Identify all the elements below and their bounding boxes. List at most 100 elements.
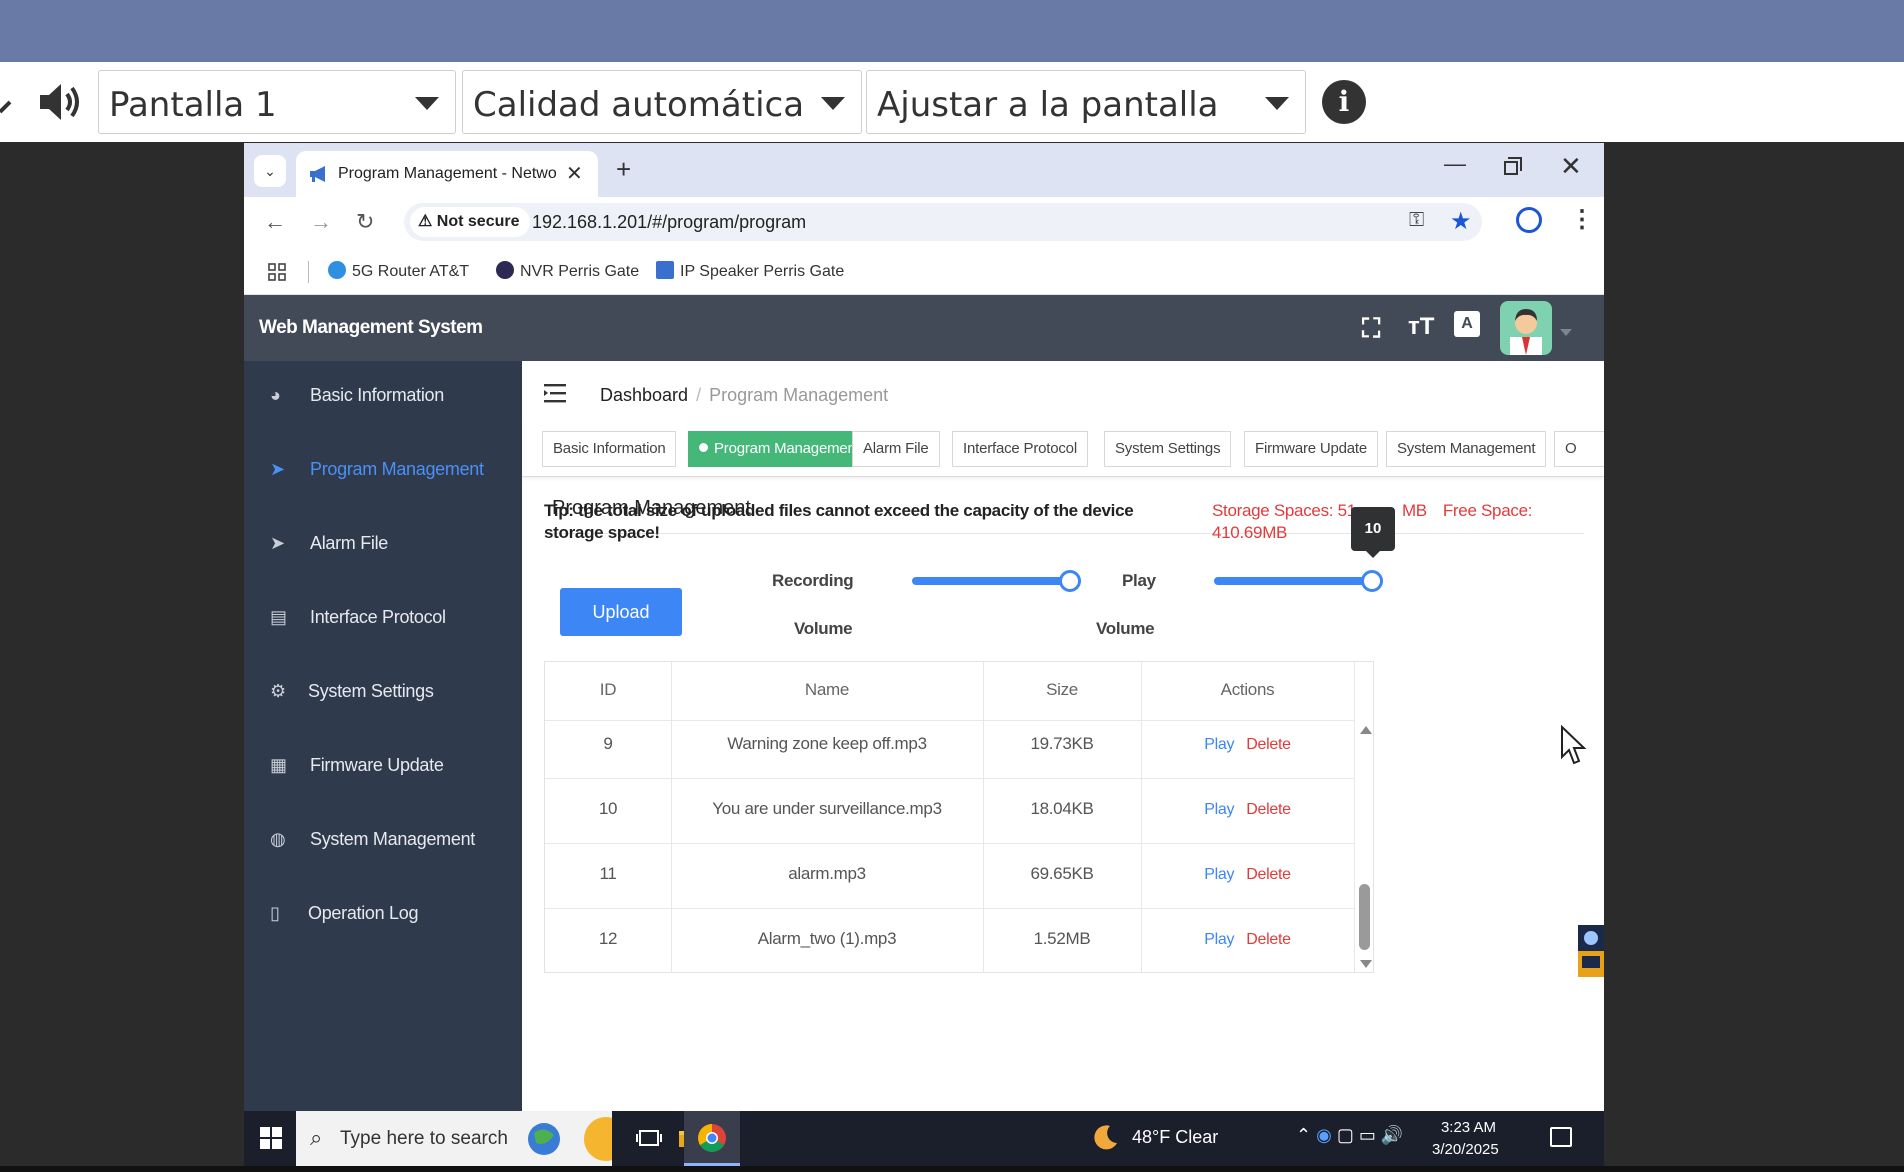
breadcrumb-separator: /: [696, 385, 702, 405]
tab-system-management[interactable]: System Management: [1386, 431, 1547, 467]
scroll-up-icon[interactable]: [1360, 726, 1372, 734]
windows-start-icon[interactable]: [260, 1127, 282, 1149]
grid-icon: ▦: [270, 755, 288, 775]
avatar[interactable]: [1500, 301, 1552, 355]
not-secure-label: Not secure: [436, 213, 520, 230]
taskbar-search[interactable]: ⌕ Type here to search: [296, 1111, 612, 1166]
sidebar-item-program-management[interactable]: ➤ Program Management: [244, 435, 522, 509]
url-text: 192.168.1.201/#/program/program: [532, 212, 807, 232]
row-actions: Play Delete: [1141, 929, 1354, 949]
free-space-value: 410.69MB: [1212, 523, 1288, 542]
row-divider: [545, 908, 1355, 909]
tab-program-management[interactable]: Program Management: [688, 431, 871, 467]
weather-text[interactable]: 48°F Clear: [1132, 1127, 1218, 1148]
sidebar-item-system-management[interactable]: ◍ System Management: [244, 805, 522, 879]
sidebar-item-operation-log[interactable]: ▯ Operation Log: [244, 879, 522, 953]
speaker-icon[interactable]: [36, 78, 84, 126]
delete-button[interactable]: Delete: [1246, 736, 1291, 753]
play-slider-handle[interactable]: [1361, 570, 1383, 592]
system-tray-icons[interactable]: ⌃ ◉ ▢ ▭ 🔊: [1296, 1125, 1403, 1146]
chevron-down-icon: [1265, 97, 1289, 110]
bookmark-ip-speaker[interactable]: IP Speaker Perris Gate: [656, 261, 844, 281]
close-icon[interactable]: ✕: [566, 161, 583, 186]
apps-grid-icon[interactable]: [268, 263, 286, 281]
row-name: alarm.mp3: [788, 864, 866, 883]
search-icon: ⌕: [310, 1125, 323, 1150]
column-header-name[interactable]: Name: [671, 680, 983, 700]
bookmark-nvr[interactable]: NVR Perris Gate: [496, 261, 639, 281]
fit-select[interactable]: Ajustar a la pantalla: [866, 70, 1306, 134]
translate-icon[interactable]: A: [1454, 311, 1480, 337]
globe-icon: [328, 261, 346, 279]
play-button[interactable]: Play: [1204, 736, 1234, 753]
window-close-icon[interactable]: ✕: [1560, 151, 1582, 182]
page-tabs: Basic Information Program Management Ala…: [522, 421, 1604, 477]
menu-toggle-icon[interactable]: [544, 383, 566, 403]
floating-widget-icon[interactable]: [1578, 925, 1604, 977]
forward-icon[interactable]: →: [310, 209, 332, 235]
tab-system-settings[interactable]: System Settings: [1104, 431, 1232, 467]
play-label: Play: [1122, 571, 1156, 590]
task-view-icon[interactable]: [634, 1123, 664, 1153]
play-button[interactable]: Play: [1204, 931, 1234, 948]
minimize-icon[interactable]: —: [1444, 151, 1466, 177]
sidebar: ◕ Basic Information ➤ Program Management…: [244, 361, 522, 1111]
restore-icon[interactable]: [1504, 157, 1522, 175]
address-bar[interactable]: ⚠ Not secure 192.168.1.201/#/program/pro…: [404, 203, 1482, 241]
tab-search-icon[interactable]: ⌄: [254, 155, 286, 187]
collapse-arrow-icon[interactable]: [0, 88, 14, 118]
user-avatar-icon: [1510, 309, 1542, 355]
delete-button[interactable]: Delete: [1246, 866, 1291, 883]
scroll-down-icon[interactable]: [1360, 960, 1372, 968]
tab-alarm-file[interactable]: Alarm File: [852, 431, 940, 467]
star-icon[interactable]: ★: [1450, 207, 1472, 236]
profile-icon[interactable]: [1516, 207, 1542, 233]
delete-button[interactable]: Delete: [1246, 931, 1291, 948]
quality-select[interactable]: Calidad automática: [462, 70, 862, 134]
sidebar-item-label: Program Management: [310, 459, 484, 479]
chevron-down-icon[interactable]: [1560, 329, 1572, 336]
play-button[interactable]: Play: [1204, 866, 1234, 883]
sidebar-item-label: Basic Information: [310, 385, 444, 405]
new-tab-icon[interactable]: +: [616, 155, 631, 183]
column-header-size[interactable]: Size: [983, 680, 1141, 700]
row-size: 69.65KB: [1030, 864, 1094, 883]
breadcrumb-dashboard[interactable]: Dashboard: [600, 385, 688, 405]
chrome-taskbar-button[interactable]: [684, 1111, 740, 1166]
tab-firmware-update[interactable]: Firmware Update: [1244, 431, 1379, 467]
play-button[interactable]: Play: [1204, 801, 1234, 818]
hp-icon[interactable]: ◉: [1316, 1125, 1332, 1145]
taskbar-clock[interactable]: 3:23 AM 3/20/2025: [1432, 1117, 1499, 1161]
key-icon[interactable]: ⚿: [1409, 209, 1424, 232]
tab-operation-log[interactable]: O: [1554, 431, 1604, 467]
fullscreen-icon[interactable]: ⛶: [1362, 313, 1380, 345]
tab-interface-protocol[interactable]: Interface Protocol: [952, 431, 1088, 467]
recording-slider-handle[interactable]: [1059, 570, 1081, 592]
sidebar-item-label: System Settings: [308, 681, 434, 701]
tab-basic-information[interactable]: Basic Information: [542, 431, 677, 467]
windows-taskbar: ⌕ Type here to search 48°F Clear ⌃ ◉ ▢ ▭…: [244, 1111, 1604, 1166]
scrollbar-thumb[interactable]: [1359, 884, 1370, 950]
column-header-id[interactable]: ID: [545, 680, 671, 700]
notification-icon[interactable]: [1550, 1127, 1572, 1147]
delete-button[interactable]: Delete: [1246, 801, 1291, 818]
kebab-menu-icon[interactable]: ⋮: [1570, 205, 1594, 234]
info-icon[interactable]: i: [1322, 80, 1366, 124]
sidebar-item-system-settings[interactable]: ⚙ System Settings: [244, 657, 522, 731]
bookmark-5g-router[interactable]: 5G Router AT&T: [328, 261, 469, 281]
not-secure-chip[interactable]: ⚠ Not secure: [410, 207, 530, 237]
sidebar-item-basic-information[interactable]: ◕ Basic Information: [244, 361, 522, 435]
reload-icon[interactable]: ↻: [356, 209, 374, 235]
sidebar-item-alarm-file[interactable]: ➤ Alarm File: [244, 509, 522, 583]
table-scrollbar[interactable]: [1355, 720, 1373, 972]
upload-button[interactable]: Upload: [560, 588, 682, 636]
sidebar-item-interface-protocol[interactable]: ▤ Interface Protocol: [244, 583, 522, 657]
play-volume-slider[interactable]: [1214, 570, 1383, 592]
font-size-icon[interactable]: ᴛT: [1408, 313, 1434, 341]
app-header: Web Management System ⛶ ᴛT A: [244, 295, 1604, 361]
recording-volume-slider[interactable]: [912, 570, 1081, 592]
screen-select[interactable]: Pantalla 1: [98, 70, 456, 134]
back-icon[interactable]: ←: [264, 209, 286, 235]
sidebar-item-firmware-update[interactable]: ▦ Firmware Update: [244, 731, 522, 805]
browser-tab[interactable]: Program Management - Netwo ✕: [296, 151, 598, 197]
